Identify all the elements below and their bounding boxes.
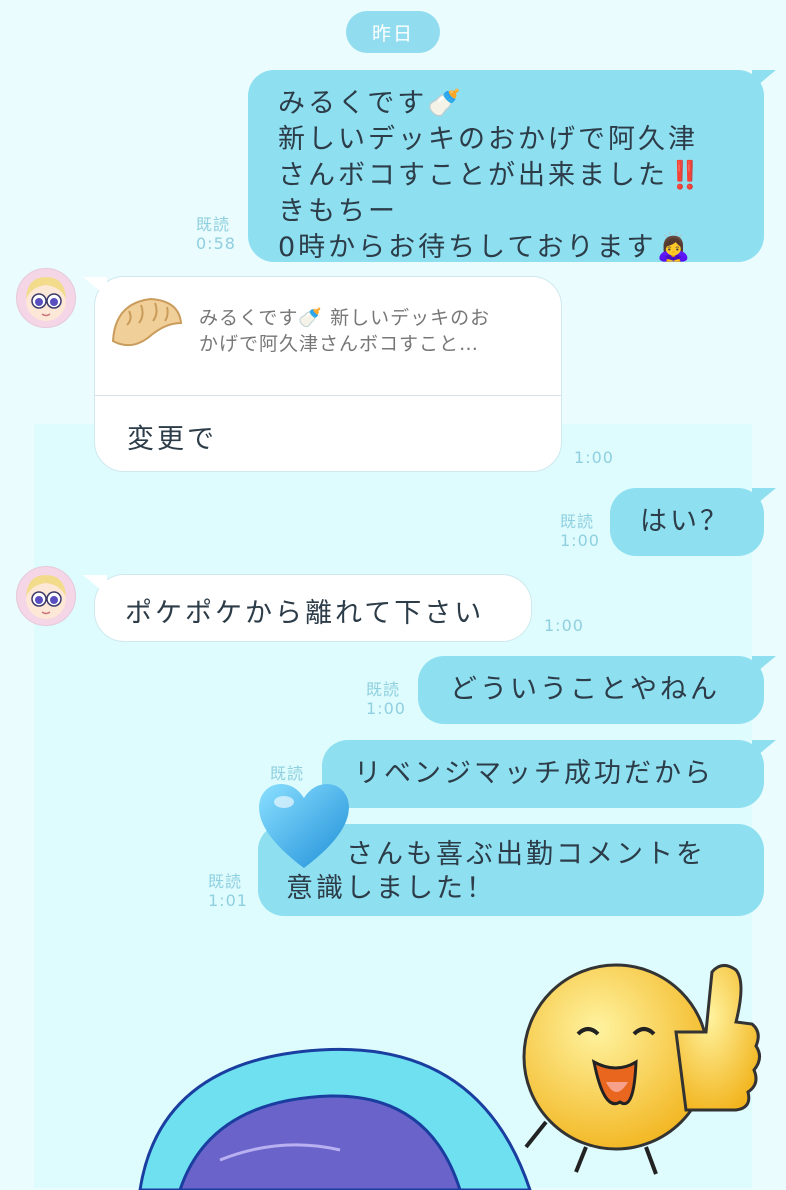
message-meta: 既読 1:00 xyxy=(366,680,406,718)
message-line: さんボコすことが出来ました‼️ xyxy=(278,160,705,191)
message-bubble-me[interactable]: どういうことやねん xyxy=(418,656,776,724)
avatar[interactable] xyxy=(16,566,76,626)
avatar-icon xyxy=(26,575,66,619)
thumbs-up-character-sticker xyxy=(522,963,761,1175)
divider xyxy=(95,395,561,396)
message-line: みるくです🍼 xyxy=(278,88,464,119)
message-text: 変更で xyxy=(127,424,217,455)
message-meta: 既読 1:01 xyxy=(208,872,248,910)
message-time: 1:00 xyxy=(574,448,614,467)
message-text: リベンジマッチ成功だから xyxy=(354,758,714,789)
message-meta: 既読 1:00 xyxy=(560,512,600,550)
message-bubble-me[interactable]: はい？ xyxy=(610,488,776,556)
message-bubble-me[interactable]: みるくです🍼 新しいデッキのおかげで阿久津 さんボコすことが出来ました‼️ きも… xyxy=(248,70,776,263)
message-text: はい？ xyxy=(640,506,730,537)
message-bubble-them[interactable]: ポケポケから離れて下さい xyxy=(83,574,532,642)
message-bubble-me[interactable]: リベンジマッチ成功だから xyxy=(322,740,776,808)
date-divider: 昨日 xyxy=(346,11,440,53)
avatar-icon xyxy=(26,277,66,321)
message-line: 新しいデッキのおかげで阿久津 xyxy=(278,124,698,155)
character-sticker xyxy=(138,1047,532,1190)
message-meta: 既読 0:58 xyxy=(196,215,236,253)
reply-quote-text: みるくです🍼 新しいデッキのお かげで阿久津さんボコすこと… xyxy=(199,307,491,355)
message-line: きもちー xyxy=(278,196,398,227)
message-time: 1:00 xyxy=(544,616,584,635)
message-line: 意識しました！ xyxy=(286,873,496,904)
message-text: どういうことやねん xyxy=(450,674,720,705)
message-line: 0時からお待ちしております🙇‍♀️ xyxy=(278,232,694,263)
message-line: さんも喜ぶ出勤コメントを xyxy=(346,839,706,870)
avatar[interactable] xyxy=(16,268,76,328)
message-text: ポケポケから離れて下さい xyxy=(125,598,485,629)
blue-heart-sticker xyxy=(259,783,349,868)
dumpling-icon xyxy=(111,297,183,347)
message-bubble-them[interactable]: みるくです🍼 新しいデッキのお かげで阿久津さんボコすこと… 変更で xyxy=(83,276,562,472)
reply-quote[interactable]: みるくです🍼 新しいデッキのお かげで阿久津さんボコすこと… xyxy=(107,289,549,385)
